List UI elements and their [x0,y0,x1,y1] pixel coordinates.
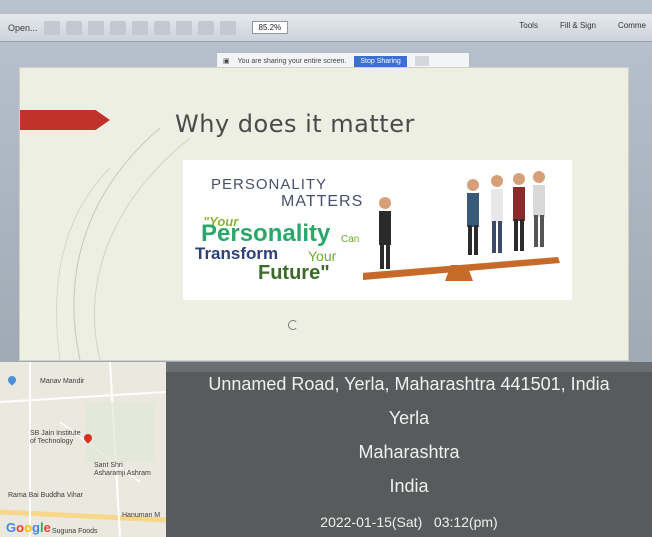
image-text-future: Future" [258,262,330,284]
zoom-select[interactable]: 85.2% [251,21,289,34]
state-text: Maharashtra [358,442,460,462]
people-seesaw-illustration [363,171,560,281]
image-text-can: Can [341,234,360,245]
address-text: Unnamed Road, Yerla, Maharashtra 441501,… [208,374,610,394]
map-label-sb-jain: SB Jain Institute of Technology [30,430,81,445]
next-page-icon[interactable] [175,20,192,35]
timestamp-text: 2022-01-15(Sat) 03:12(pm) [320,514,498,530]
location-info-overlay: Unnamed Road, Yerla, Maharashtra 441501,… [166,362,652,537]
map-label-hanuman: Hanuman M [122,512,161,519]
presentation-slide: Why does it matter PERSONALITY MATTERS "… [20,68,628,360]
zoom-in-icon[interactable] [219,20,236,35]
print-icon[interactable] [109,20,126,35]
comment-button[interactable]: Comme [618,21,652,30]
image-text-transform: Transform [195,244,279,263]
folder-icon[interactable] [65,20,82,35]
map-label-manav-mandir: Manav Mandir [40,378,85,385]
share-icon: ▣ [223,58,230,65]
toolbar-right: Tools Fill & Sign Comme [519,21,652,30]
slide-title: Why does it matter [175,110,415,138]
map-label-sant-shri: Sant Shri Asharamji Ashram [94,462,151,477]
tools-button[interactable]: Tools [519,21,544,30]
share-message: You are sharing your entire screen. [237,57,347,65]
map-roads [0,362,166,537]
image-text-personality: PERSONALITY [211,176,328,193]
loading-spinner-icon [288,320,298,330]
save-icon[interactable] [87,20,104,35]
hide-button[interactable] [414,56,429,66]
zoom-out-icon[interactable] [197,20,214,35]
create-icon[interactable] [43,20,60,35]
open-button[interactable]: Open... [8,23,38,33]
red-accent-tab [20,110,110,130]
country-text: India [389,476,429,496]
fill-sign-button[interactable]: Fill & Sign [560,21,602,30]
google-logo: Google [6,520,51,535]
email-icon[interactable] [131,20,148,35]
map-label-ramabai: Rama Bai Buddha Vihar [8,492,83,499]
stop-sharing-button[interactable]: Stop Sharing [354,55,407,67]
city-text: Yerla [388,408,430,428]
prev-page-icon[interactable] [153,20,170,35]
image-text-matters: MATTERS [281,193,364,210]
pdf-toolbar: Open... 85.2% Tools Fill & Sign Comme [0,14,652,42]
map-label-suguna: Suguna Foods [52,528,98,535]
monitor-screen: Open... 85.2% Tools Fill & Sign Comme ▣ … [0,0,652,372]
map-thumbnail[interactable]: Manav Mandir SB Jain Institute of Techno… [0,362,166,537]
personality-matters-image: PERSONALITY MATTERS "Your Personality Ca… [183,160,572,300]
